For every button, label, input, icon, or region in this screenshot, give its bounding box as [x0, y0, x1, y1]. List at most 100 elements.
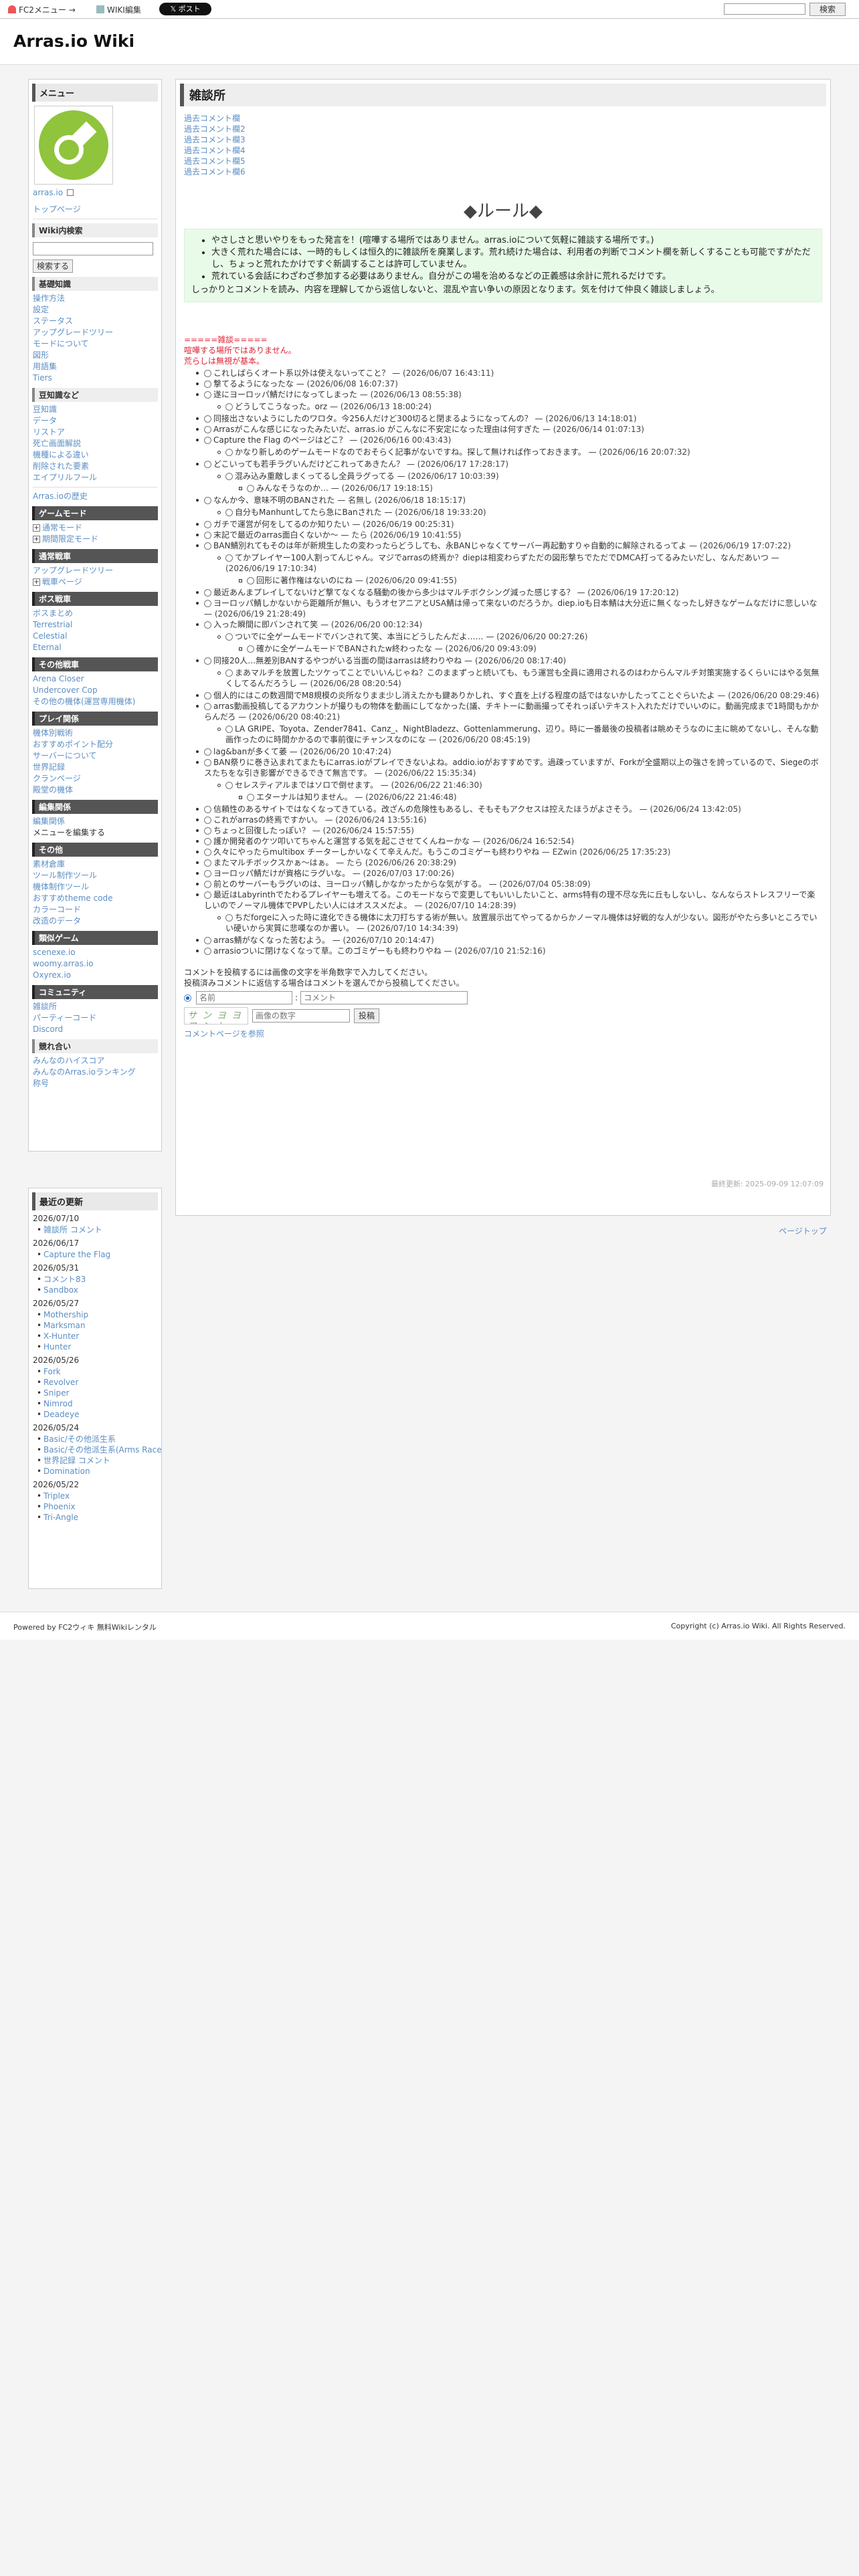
- reply-radio[interactable]: [204, 532, 211, 539]
- toggle-tank-page[interactable]: + 戦車ページ: [29, 576, 161, 588]
- arras-io-link[interactable]: arras.io: [33, 188, 63, 197]
- wiki-edit-link[interactable]: WIKI編集: [96, 4, 141, 15]
- reply-radio[interactable]: [204, 859, 211, 867]
- reply-radio[interactable]: [204, 381, 211, 388]
- name-input[interactable]: [196, 991, 292, 1004]
- fc2-menu-link[interactable]: FC2メニュー →: [8, 4, 76, 15]
- recent-update-link[interactable]: Fork: [29, 1366, 161, 1377]
- sidebar-item-status[interactable]: ステータス: [29, 316, 161, 327]
- reply-radio[interactable]: [225, 473, 233, 480]
- toggle-normal-mode[interactable]: + 通常モード: [29, 522, 161, 534]
- recent-update-link[interactable]: Phoenix: [29, 1501, 161, 1512]
- sidebar-item-tactics[interactable]: 機体別戦術: [29, 728, 161, 739]
- past-comments-link-3[interactable]: 過去コメント欄3: [184, 134, 830, 145]
- past-comments-link-6[interactable]: 過去コメント欄6: [184, 167, 830, 177]
- comment-policy-link[interactable]: コメントページを参照: [184, 1029, 822, 1039]
- sidebar-item-ranking[interactable]: みんなのArras.ioランキング: [29, 1067, 161, 1078]
- x-post-button[interactable]: 𝕏 ポスト: [159, 3, 211, 15]
- reply-radio[interactable]: [204, 806, 211, 813]
- sidebar-item-death-screen[interactable]: 死亡画面解説: [29, 438, 161, 449]
- recent-update-link[interactable]: Mothership: [29, 1309, 161, 1320]
- sidebar-item-history[interactable]: Arras.ioの歴史: [29, 491, 161, 502]
- reply-radio[interactable]: [225, 726, 233, 733]
- sidebar-item-april-fools[interactable]: エイプリルフール: [29, 472, 161, 484]
- page-top-link[interactable]: ページトップ: [779, 1225, 827, 1237]
- sidebar-item-woomy[interactable]: woomy.arras.io: [29, 958, 161, 970]
- recent-update-link[interactable]: Tri-Angle: [29, 1512, 161, 1523]
- reply-radio[interactable]: [204, 589, 211, 597]
- recent-update-link[interactable]: Sandbox: [29, 1285, 161, 1295]
- recent-update-link[interactable]: Domination: [29, 1466, 161, 1477]
- reply-radio[interactable]: [247, 794, 254, 801]
- recent-update-link[interactable]: X-Hunter: [29, 1331, 161, 1341]
- sidebar-item-trivia[interactable]: 豆知識: [29, 404, 161, 415]
- past-comments-link-2[interactable]: 過去コメント欄2: [184, 124, 830, 134]
- header-search-input[interactable]: [724, 3, 805, 15]
- reply-radio[interactable]: [204, 657, 211, 665]
- reply-radio[interactable]: [204, 948, 211, 955]
- sidebar-item-titles[interactable]: 称号: [29, 1078, 161, 1089]
- recent-update-link[interactable]: Hunter: [29, 1341, 161, 1352]
- sidebar-item-assets[interactable]: 素材倉庫: [29, 859, 161, 870]
- reply-radio[interactable]: [204, 415, 211, 423]
- reply-radio[interactable]: [247, 485, 254, 492]
- reply-radio[interactable]: [225, 914, 233, 922]
- sidebar-item-data[interactable]: データ: [29, 415, 161, 427]
- sidebar-item-high-scores[interactable]: みんなのハイスコア: [29, 1055, 161, 1067]
- sidebar-item-boss-summary[interactable]: ボスまとめ: [29, 608, 161, 619]
- reply-radio[interactable]: [204, 461, 211, 468]
- wiki-search-button[interactable]: 検索する: [33, 259, 73, 273]
- recent-update-link[interactable]: Triplex: [29, 1491, 161, 1501]
- sidebar-item-mod-data[interactable]: 改造のデータ: [29, 916, 161, 927]
- recent-update-link[interactable]: Deadeye: [29, 1409, 161, 1420]
- sidebar-item-color-code[interactable]: カラーコード: [29, 904, 161, 916]
- recent-update-link[interactable]: 世界記録 コメント: [29, 1455, 161, 1466]
- wiki-search-input[interactable]: [33, 242, 153, 255]
- reply-radio[interactable]: [247, 645, 254, 653]
- captcha-input[interactable]: [252, 1009, 350, 1023]
- past-comments-link-4[interactable]: 過去コメント欄4: [184, 145, 830, 156]
- past-comments-link-5[interactable]: 過去コメント欄5: [184, 156, 830, 167]
- recent-update-link[interactable]: Capture the Flag: [29, 1249, 161, 1260]
- sidebar-item-controls[interactable]: 操作方法: [29, 293, 161, 304]
- sidebar-item-oxyrex[interactable]: Oxyrex.io: [29, 970, 161, 981]
- reply-radio[interactable]: [225, 449, 233, 456]
- sidebar-item-arena-closer[interactable]: Arena Closer: [29, 673, 161, 685]
- sidebar-item-theme-code[interactable]: おすすめtheme code: [29, 893, 161, 904]
- sidebar-item-clans[interactable]: クランページ: [29, 773, 161, 784]
- reply-radio[interactable]: [204, 838, 211, 845]
- reply-radio[interactable]: [247, 577, 254, 584]
- site-title[interactable]: Arras.io Wiki: [13, 31, 134, 51]
- comment-input[interactable]: [300, 991, 468, 1004]
- recent-update-link[interactable]: Revolver: [29, 1377, 161, 1388]
- sidebar-item-upgrade-tree-2[interactable]: アップグレードツリー: [29, 565, 161, 576]
- reply-radio[interactable]: [204, 937, 211, 944]
- sidebar-item-eternal[interactable]: Eternal: [29, 642, 161, 653]
- reply-radio[interactable]: [204, 600, 211, 607]
- reply-radio[interactable]: [204, 391, 211, 399]
- sidebar-item-terrestrial[interactable]: Terrestrial: [29, 619, 161, 631]
- sidebar-item-hall-of-fame[interactable]: 殿堂の機体: [29, 784, 161, 796]
- reply-radio[interactable]: [204, 870, 211, 877]
- sidebar-item-shapes[interactable]: 図形: [29, 350, 161, 361]
- sidebar-item-discord[interactable]: Discord: [29, 1024, 161, 1035]
- sidebar-item-modes[interactable]: モードについて: [29, 338, 161, 350]
- site-logo[interactable]: [34, 106, 113, 185]
- reply-radio[interactable]: [204, 621, 211, 629]
- sidebar-item-restore[interactable]: リストア: [29, 427, 161, 438]
- sidebar-item-settings[interactable]: 設定: [29, 304, 161, 316]
- sidebar-item-points[interactable]: おすすめポイント配分: [29, 739, 161, 750]
- sidebar-item-edit-menu[interactable]: メニューを編集する: [29, 827, 161, 839]
- reply-radio[interactable]: [204, 748, 211, 756]
- sidebar-item-removed[interactable]: 削除された要素: [29, 461, 161, 472]
- reply-radio[interactable]: [204, 703, 211, 710]
- reply-radio[interactable]: [204, 881, 211, 888]
- sidebar-item-chat[interactable]: 雑談所: [29, 1001, 161, 1012]
- recent-update-link[interactable]: Marksman: [29, 1320, 161, 1331]
- reply-radio[interactable]: [204, 426, 211, 433]
- sidebar-item-tool-maker[interactable]: ツール制作ツール: [29, 870, 161, 881]
- reply-radio[interactable]: [204, 817, 211, 824]
- recent-update-link[interactable]: Basic/その他派生系(Arms Race): [29, 1444, 161, 1455]
- reply-radio[interactable]: [204, 827, 211, 835]
- recent-update-link[interactable]: Sniper: [29, 1388, 161, 1398]
